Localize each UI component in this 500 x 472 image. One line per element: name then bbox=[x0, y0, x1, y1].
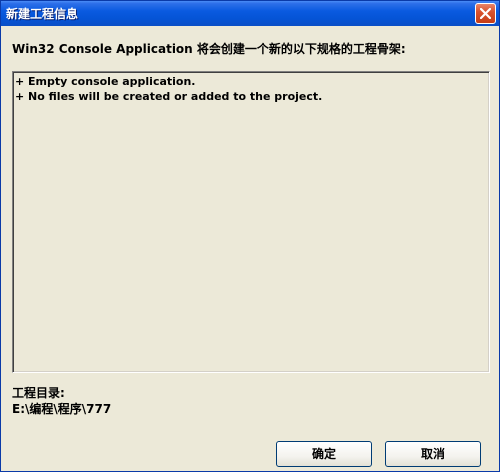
cancel-button[interactable]: 取消 bbox=[385, 441, 481, 467]
project-dir-value: E:\编程\程序\777 bbox=[12, 402, 112, 416]
close-icon bbox=[480, 8, 491, 19]
project-dir-label: 工程目录: bbox=[12, 386, 65, 400]
new-project-info-dialog: 新建工程信息 Win32 Console Application 将会创建一个新… bbox=[0, 0, 500, 472]
spec-line: + Empty console application. bbox=[15, 75, 196, 88]
close-button[interactable] bbox=[475, 3, 496, 24]
project-spec-box[interactable]: + Empty console application. + No files … bbox=[12, 71, 490, 373]
dialog-header-text: Win32 Console Application 将会创建一个新的以下规格的工… bbox=[12, 42, 406, 56]
window-title: 新建工程信息 bbox=[6, 7, 79, 21]
ok-button[interactable]: 确定 bbox=[276, 441, 372, 467]
title-bar[interactable]: 新建工程信息 bbox=[1, 1, 499, 26]
spec-line: + No files will be created or added to t… bbox=[15, 90, 323, 103]
